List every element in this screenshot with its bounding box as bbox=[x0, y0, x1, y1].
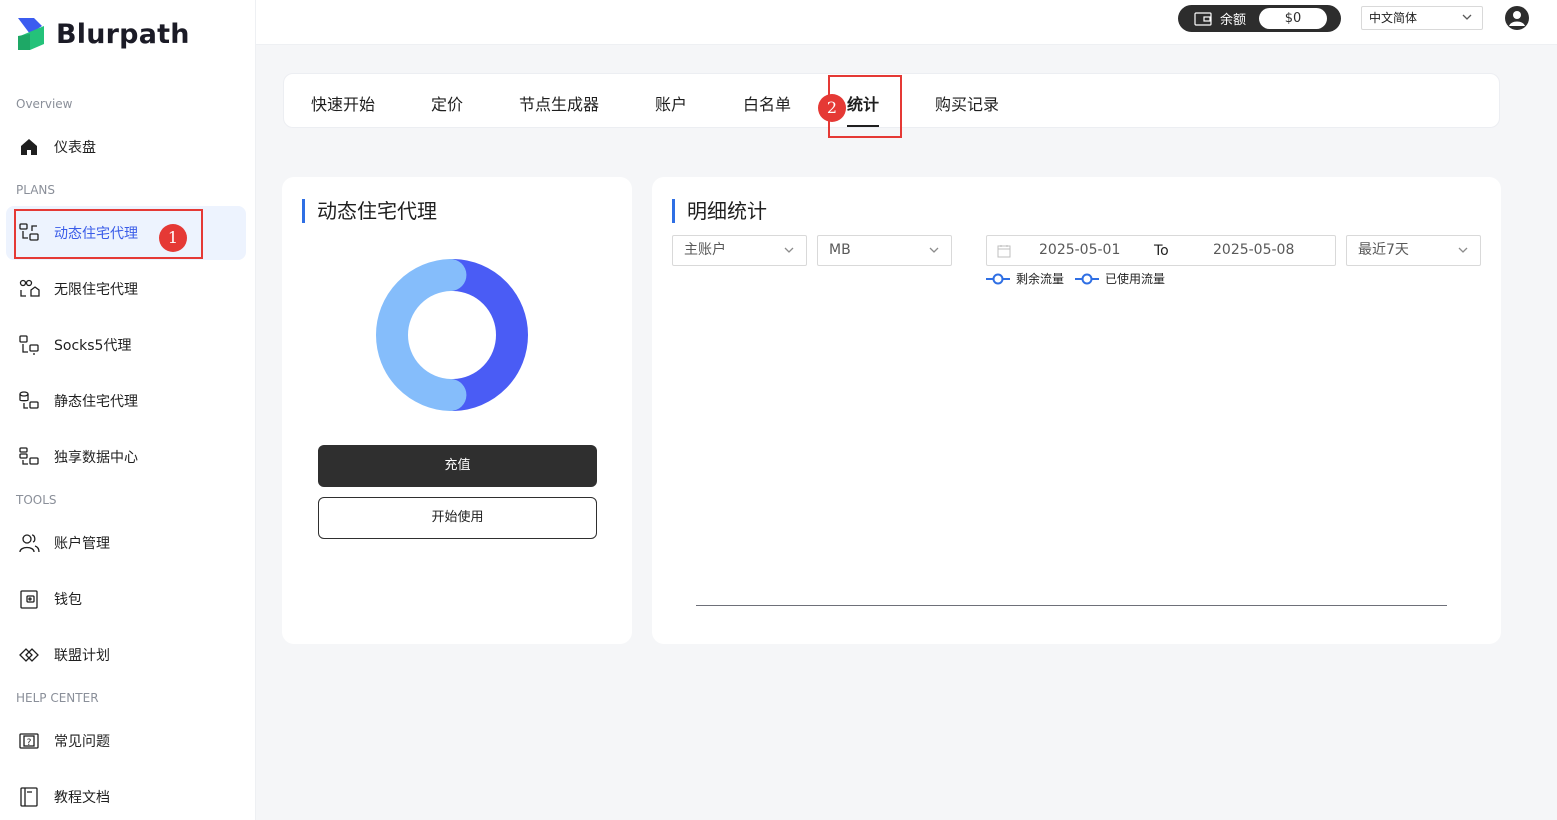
legend-remaining[interactable]: 剩余流量 bbox=[986, 270, 1064, 287]
unit-select-value: MB bbox=[829, 242, 851, 258]
balance-value: $0 bbox=[1259, 8, 1327, 29]
plan-card-title: 动态住宅代理 bbox=[302, 199, 437, 223]
sidebar-item-affiliate[interactable]: 联盟计划 bbox=[6, 628, 246, 682]
account-select[interactable]: 主账户 bbox=[672, 235, 807, 266]
stats-card: 明细统计 主账户 MB 2025-05-01 To 2025-05-08 最近7… bbox=[652, 177, 1501, 644]
tab-account[interactable]: 账户 bbox=[655, 91, 687, 115]
donut-segment-1 bbox=[437, 259, 528, 411]
socks5-icon bbox=[18, 334, 40, 356]
unit-select[interactable]: MB bbox=[817, 235, 952, 266]
chevron-down-icon bbox=[1458, 247, 1468, 253]
sidebar-item-docs[interactable]: 教程文档 bbox=[6, 770, 246, 820]
sidebar-item-account-management[interactable]: 账户管理 bbox=[6, 516, 246, 570]
language-select[interactable]: 中文简体 bbox=[1361, 6, 1483, 30]
users-icon bbox=[18, 532, 40, 554]
affiliate-icon bbox=[18, 644, 40, 666]
tab-quick-start[interactable]: 快速开始 bbox=[311, 91, 375, 115]
legend-label: 剩余流量 bbox=[1016, 272, 1065, 286]
date-end[interactable]: 2025-05-08 bbox=[1213, 242, 1294, 258]
brand-name: Blurpath bbox=[56, 18, 190, 50]
section-help-center: HELP CENTER bbox=[16, 691, 99, 705]
datacenter-icon bbox=[18, 446, 40, 468]
sidebar-item-faq[interactable]: ? 常见问题 bbox=[6, 714, 246, 768]
tab-node-generator[interactable]: 节点生成器 bbox=[519, 91, 599, 115]
recharge-button[interactable]: 充值 bbox=[318, 445, 597, 487]
unlimited-proxy-icon bbox=[18, 278, 40, 300]
tab-purchase-history[interactable]: 购买记录 bbox=[935, 91, 999, 115]
tab-pricing[interactable]: 定价 bbox=[431, 91, 463, 115]
sidebar-item-label: Socks5代理 bbox=[54, 338, 132, 354]
sidebar: Blurpath Overview 仪表盘 PLANS 动态住宅代理 无限住宅代… bbox=[0, 0, 256, 820]
svg-text:?: ? bbox=[27, 738, 32, 748]
user-avatar-icon[interactable] bbox=[1505, 6, 1529, 30]
sidebar-item-label: 独享数据中心 bbox=[54, 450, 138, 466]
range-preset-value: 最近7天 bbox=[1358, 242, 1409, 258]
annotation-badge-1: 1 bbox=[159, 224, 187, 252]
sidebar-item-label: 静态住宅代理 bbox=[54, 394, 138, 410]
section-plans: PLANS bbox=[16, 183, 55, 197]
donut-segment-2 bbox=[376, 259, 467, 411]
legend-label: 已使用流量 bbox=[1105, 272, 1166, 286]
blurpath-logo-icon bbox=[18, 18, 44, 50]
plan-card: 动态住宅代理 充值 开始使用 bbox=[282, 177, 632, 644]
sidebar-item-socks5[interactable]: Socks5代理 bbox=[6, 318, 246, 372]
legend-line-marker-icon bbox=[1075, 273, 1099, 284]
sidebar-item-label: 账户管理 bbox=[54, 536, 110, 552]
sidebar-item-label: 无限住宅代理 bbox=[54, 282, 138, 298]
traffic-donut-chart bbox=[376, 259, 528, 411]
sidebar-item-static-residential[interactable]: 静态住宅代理 bbox=[6, 374, 246, 428]
start-using-button[interactable]: 开始使用 bbox=[318, 497, 597, 539]
sidebar-item-unlimited-residential[interactable]: 无限住宅代理 bbox=[6, 262, 246, 316]
balance-pill[interactable]: 余额 $0 bbox=[1178, 5, 1341, 32]
sidebar-item-label: 仪表盘 bbox=[54, 140, 96, 156]
sidebar-item-dashboard[interactable]: 仪表盘 bbox=[6, 120, 246, 174]
topbar: 余额 $0 中文简体 bbox=[256, 0, 1557, 45]
section-overview: Overview bbox=[16, 97, 73, 111]
chevron-down-icon bbox=[929, 247, 939, 253]
section-tools: TOOLS bbox=[16, 493, 57, 507]
static-proxy-icon bbox=[18, 390, 40, 412]
chart-x-axis bbox=[696, 605, 1447, 606]
sidebar-item-label: 常见问题 bbox=[54, 734, 110, 750]
docs-icon bbox=[18, 786, 40, 808]
chevron-down-icon bbox=[1462, 14, 1472, 20]
date-separator: To bbox=[1154, 243, 1169, 259]
home-icon bbox=[18, 136, 40, 158]
account-select-value: 主账户 bbox=[684, 242, 726, 258]
range-preset-select[interactable]: 最近7天 bbox=[1346, 235, 1481, 266]
stats-card-title: 明细统计 bbox=[672, 199, 767, 223]
sidebar-item-label: 联盟计划 bbox=[54, 648, 110, 664]
balance-label: 余额 bbox=[1220, 13, 1247, 28]
chevron-down-icon bbox=[784, 247, 794, 253]
tab-whitelist[interactable]: 白名单 bbox=[743, 91, 791, 115]
legend-line-marker-icon bbox=[986, 273, 1010, 284]
brand-logo[interactable]: Blurpath bbox=[16, 16, 190, 52]
faq-icon: ? bbox=[18, 730, 40, 752]
date-range-picker[interactable]: 2025-05-01 To 2025-05-08 bbox=[986, 235, 1336, 266]
legend-used[interactable]: 已使用流量 bbox=[1075, 270, 1165, 287]
wallet-icon bbox=[1194, 11, 1212, 26]
sidebar-item-label: 教程文档 bbox=[54, 790, 110, 806]
sidebar-item-label: 钱包 bbox=[54, 592, 82, 608]
wallet-icon bbox=[18, 588, 40, 610]
date-start[interactable]: 2025-05-01 bbox=[1039, 242, 1120, 258]
annotation-badge-2: 2 bbox=[818, 94, 846, 122]
language-value: 中文简体 bbox=[1369, 11, 1418, 25]
calendar-icon bbox=[997, 245, 1011, 258]
sidebar-item-datacenter[interactable]: 独享数据中心 bbox=[6, 430, 246, 484]
sidebar-item-wallet[interactable]: 钱包 bbox=[6, 572, 246, 626]
